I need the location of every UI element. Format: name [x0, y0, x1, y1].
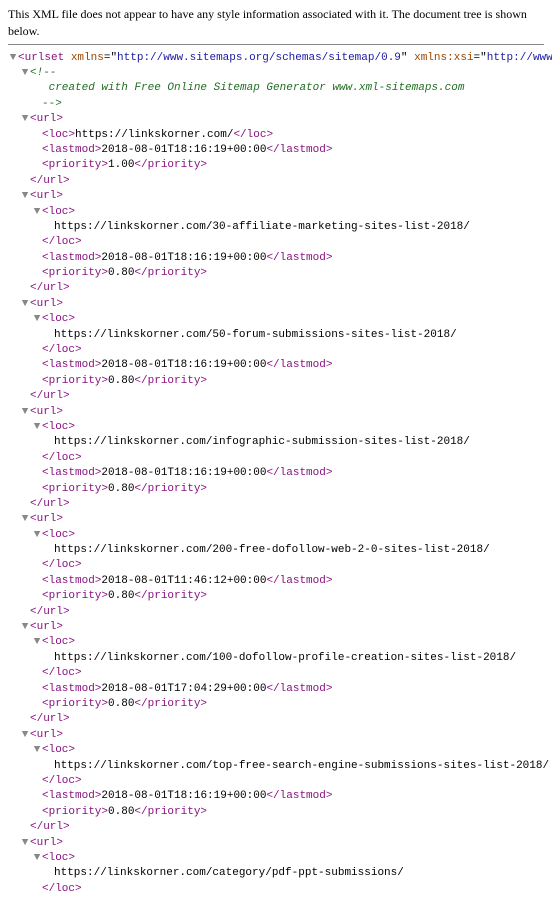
loc-close: </loc>	[8, 451, 544, 466]
loc-open: ▼<loc>	[8, 743, 544, 758]
loc-open: ▼<loc>	[8, 312, 544, 327]
toggle-icon[interactable]: ▼	[20, 836, 30, 851]
url-open: ▼<url>	[8, 297, 544, 312]
url-close: </url>	[8, 389, 544, 404]
loc-text: https://linkskorner.com/category/pdf-ppt…	[8, 866, 544, 881]
toggle-icon[interactable]: ▼	[20, 66, 30, 81]
lastmod: <lastmod>2018-08-01T18:16:19+00:00</last…	[8, 789, 544, 804]
url-close: </url>	[8, 605, 544, 620]
priority: <priority>0.80</priority>	[8, 697, 544, 712]
loc-close: </loc>	[8, 774, 544, 789]
loc-text: https://linkskorner.com/infographic-subm…	[8, 435, 544, 450]
loc-text: https://linkskorner.com/top-free-search-…	[8, 759, 544, 774]
toggle-icon[interactable]: ▼	[8, 51, 18, 66]
loc-open: ▼<loc>	[8, 205, 544, 220]
toggle-icon[interactable]: ▼	[32, 743, 42, 758]
loc-open: ▼<loc>	[8, 635, 544, 650]
lastmod: <lastmod>2018-08-01T18:16:19+00:00</last…	[8, 251, 544, 266]
loc-text: https://linkskorner.com/200-free-dofollo…	[8, 543, 544, 558]
priority: <priority>0.80</priority>	[8, 374, 544, 389]
toggle-icon[interactable]: ▼	[32, 528, 42, 543]
url-close: </url>	[8, 174, 544, 189]
url-close: </url>	[8, 820, 544, 835]
url-open: ▼<url>	[8, 512, 544, 527]
priority: <priority>0.80</priority>	[8, 805, 544, 820]
loc-text: https://linkskorner.com/30-affiliate-mar…	[8, 220, 544, 235]
style-notice: This XML file does not appear to have an…	[8, 4, 544, 45]
url-close: </url>	[8, 712, 544, 727]
loc-close: </loc>	[8, 235, 544, 250]
loc-close: </loc>	[8, 343, 544, 358]
toggle-icon[interactable]: ▼	[32, 205, 42, 220]
loc-text: https://linkskorner.com/50-forum-submiss…	[8, 328, 544, 343]
lastmod: <lastmod>2018-08-01T11:46:12+00:00</last…	[8, 574, 544, 589]
url-open: ▼<url>	[8, 728, 544, 743]
loc-close: </loc>	[8, 558, 544, 573]
lastmod: <lastmod>2018-08-01T18:16:19+00:00</last…	[8, 143, 544, 158]
toggle-icon[interactable]: ▼	[20, 728, 30, 743]
toggle-icon[interactable]: ▼	[20, 112, 30, 127]
loc-inline: <loc>https://linkskorner.com/</loc>	[8, 128, 544, 143]
url-close: </url>	[8, 281, 544, 296]
priority: <priority>0.80</priority>	[8, 482, 544, 497]
loc-open: ▼<loc>	[8, 851, 544, 866]
toggle-icon[interactable]: ▼	[32, 420, 42, 435]
priority: <priority>1.00</priority>	[8, 158, 544, 173]
toggle-icon[interactable]: ▼	[20, 405, 30, 420]
toggle-icon[interactable]: ▼	[20, 189, 30, 204]
priority: <priority>0.80</priority>	[8, 266, 544, 281]
lastmod: <lastmod>2018-08-01T18:16:19+00:00</last…	[8, 358, 544, 373]
url-open: ▼<url>	[8, 620, 544, 635]
url-open: ▼<url>	[8, 189, 544, 204]
toggle-icon[interactable]: ▼	[32, 312, 42, 327]
loc-close: </loc>	[8, 666, 544, 681]
toggle-icon[interactable]: ▼	[32, 851, 42, 866]
url-close: </url>	[8, 497, 544, 512]
lastmod: <lastmod>2018-08-01T17:04:29+00:00</last…	[8, 682, 544, 697]
loc-close: </loc>	[8, 882, 544, 897]
loc-open: ▼<loc>	[8, 528, 544, 543]
loc-open: ▼<loc>	[8, 420, 544, 435]
url-open: ▼<url>	[8, 405, 544, 420]
toggle-icon[interactable]: ▼	[20, 512, 30, 527]
lastmod: <lastmod>2018-08-01T18:16:19+00:00</last…	[8, 466, 544, 481]
xml-tree: ▼<urlset xmlns="http://www.sitemaps.org/…	[8, 51, 544, 897]
url-open: ▼<url>	[8, 112, 544, 127]
toggle-icon[interactable]: ▼	[20, 620, 30, 635]
toggle-icon[interactable]: ▼	[20, 297, 30, 312]
toggle-icon[interactable]: ▼	[32, 635, 42, 650]
url-open: ▼<url>	[8, 836, 544, 851]
priority: <priority>0.80</priority>	[8, 589, 544, 604]
loc-text: https://linkskorner.com/100-dofollow-pro…	[8, 651, 544, 666]
